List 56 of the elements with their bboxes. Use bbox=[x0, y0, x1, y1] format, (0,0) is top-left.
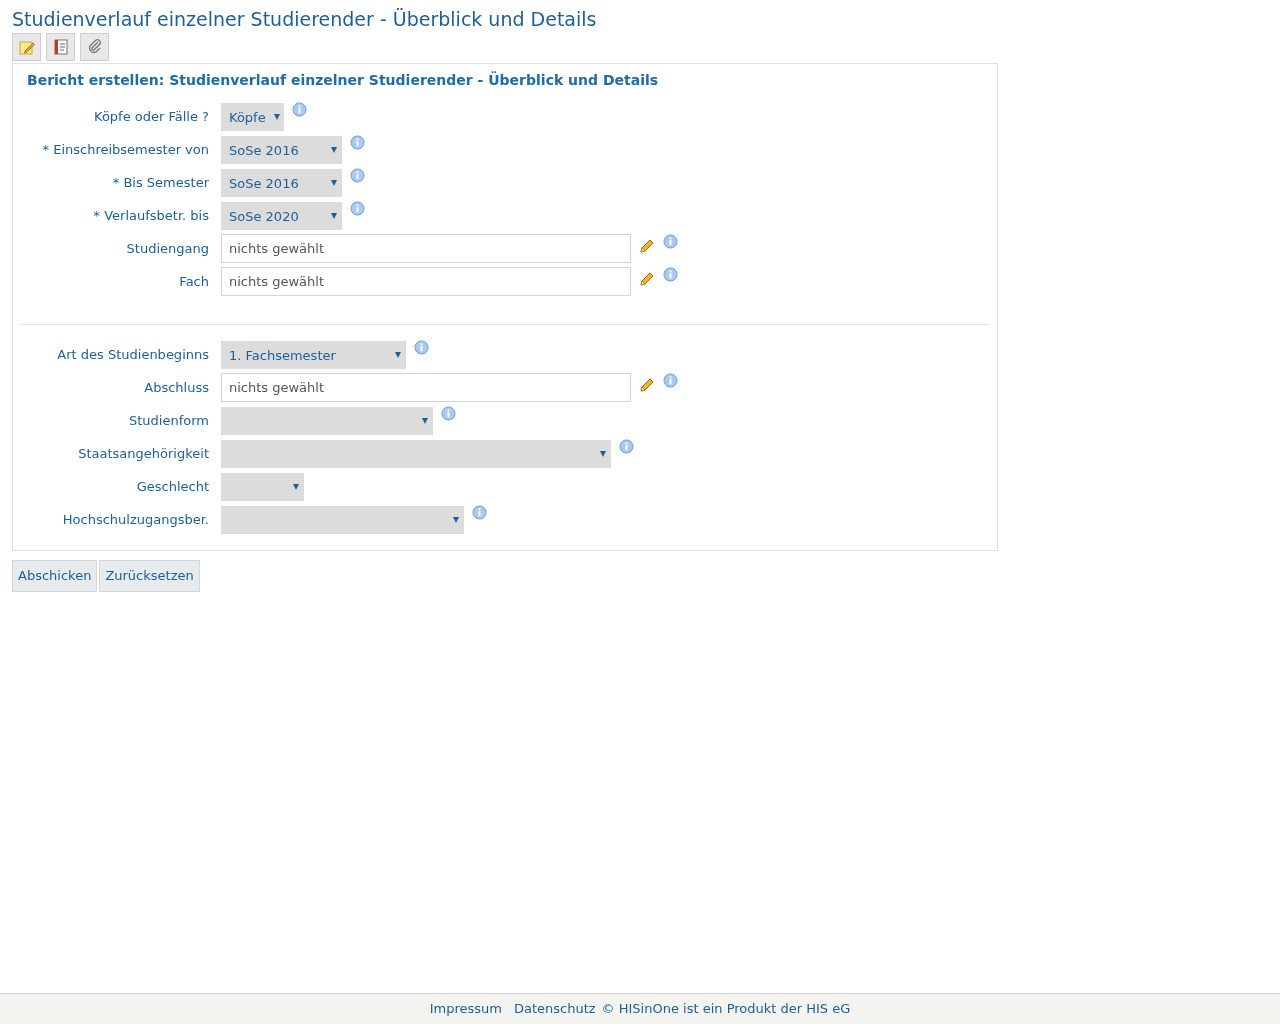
page-title: Studienverlauf einzelner Studierender - Überblick und Details bbox=[12, 7, 598, 32]
copyright-text: © HISinOne ist ein Produkt der HIS eG bbox=[601, 1000, 851, 1019]
form-button[interactable]: Zurücksetzen bbox=[99, 560, 200, 592]
field-label: Staatsangehörigkeit bbox=[77, 445, 210, 463]
text-field[interactable]: nichts gewählt bbox=[221, 234, 631, 263]
caret-icon bbox=[331, 147, 337, 153]
field-label: Hochschulzugangsber. bbox=[61, 511, 210, 529]
dropdown[interactable]: SoSe 2016 bbox=[221, 169, 342, 197]
toolbar-button[interactable] bbox=[46, 33, 75, 61]
field-label: Köpfe oder Fälle ? bbox=[93, 108, 210, 126]
form-heading: Bericht erstellen: Studienverlauf einzelner Studierender - Überblick und Details bbox=[26, 70, 660, 90]
info-icon[interactable] bbox=[663, 373, 678, 388]
pencil-icon[interactable] bbox=[639, 238, 655, 254]
caret-icon bbox=[600, 451, 606, 457]
caret-icon bbox=[331, 180, 337, 186]
text-field[interactable]: nichts gewählt bbox=[221, 373, 631, 402]
pencil-icon[interactable] bbox=[639, 271, 655, 287]
dropdown[interactable]: SoSe 2016 bbox=[221, 136, 342, 164]
field-label: * Verlaufsbetr. bis bbox=[92, 207, 210, 225]
text-field[interactable]: nichts gewählt bbox=[221, 267, 631, 296]
field-label: Fach bbox=[178, 273, 210, 291]
info-icon[interactable] bbox=[472, 505, 487, 520]
footer-link[interactable]: Datenschutz bbox=[513, 999, 596, 1019]
info-icon[interactable] bbox=[350, 135, 365, 150]
caret-icon bbox=[422, 418, 428, 424]
note-pencil-icon bbox=[18, 39, 35, 55]
dropdown[interactable]: SoSe 2020 bbox=[221, 202, 342, 230]
field-label: Abschluss bbox=[143, 379, 210, 397]
info-icon[interactable] bbox=[441, 406, 456, 421]
dropdown[interactable]: Köpfe bbox=[221, 103, 284, 131]
caret-icon bbox=[331, 213, 337, 219]
field-label: Geschlecht bbox=[135, 478, 210, 496]
field-label: Studiengang bbox=[125, 240, 210, 258]
info-icon[interactable] bbox=[414, 340, 429, 355]
pencil-icon[interactable] bbox=[639, 377, 655, 393]
caret-icon bbox=[273, 114, 280, 120]
footer-link[interactable]: Impressum bbox=[429, 999, 502, 1019]
field-label: * Bis Semester bbox=[111, 174, 210, 192]
dropdown[interactable]: 1. Fachsemester bbox=[221, 341, 406, 369]
info-icon[interactable] bbox=[663, 234, 678, 249]
info-icon[interactable] bbox=[663, 267, 678, 282]
caret-icon bbox=[453, 517, 459, 523]
notebook-icon bbox=[52, 39, 69, 55]
caret-icon bbox=[293, 484, 299, 490]
info-icon[interactable] bbox=[350, 201, 365, 216]
field-label: Art des Studienbeginns bbox=[56, 346, 210, 364]
info-icon[interactable] bbox=[619, 439, 634, 454]
paperclip-icon bbox=[86, 39, 103, 55]
caret-icon bbox=[395, 352, 401, 358]
toolbar-button[interactable] bbox=[80, 33, 109, 61]
field-label: Studienform bbox=[128, 412, 210, 430]
field-label: * Einschreibsemester von bbox=[41, 141, 210, 159]
toolbar-button[interactable] bbox=[12, 33, 41, 61]
form-button[interactable]: Abschicken bbox=[12, 560, 98, 592]
info-icon[interactable] bbox=[292, 102, 307, 117]
info-icon[interactable] bbox=[350, 168, 365, 183]
